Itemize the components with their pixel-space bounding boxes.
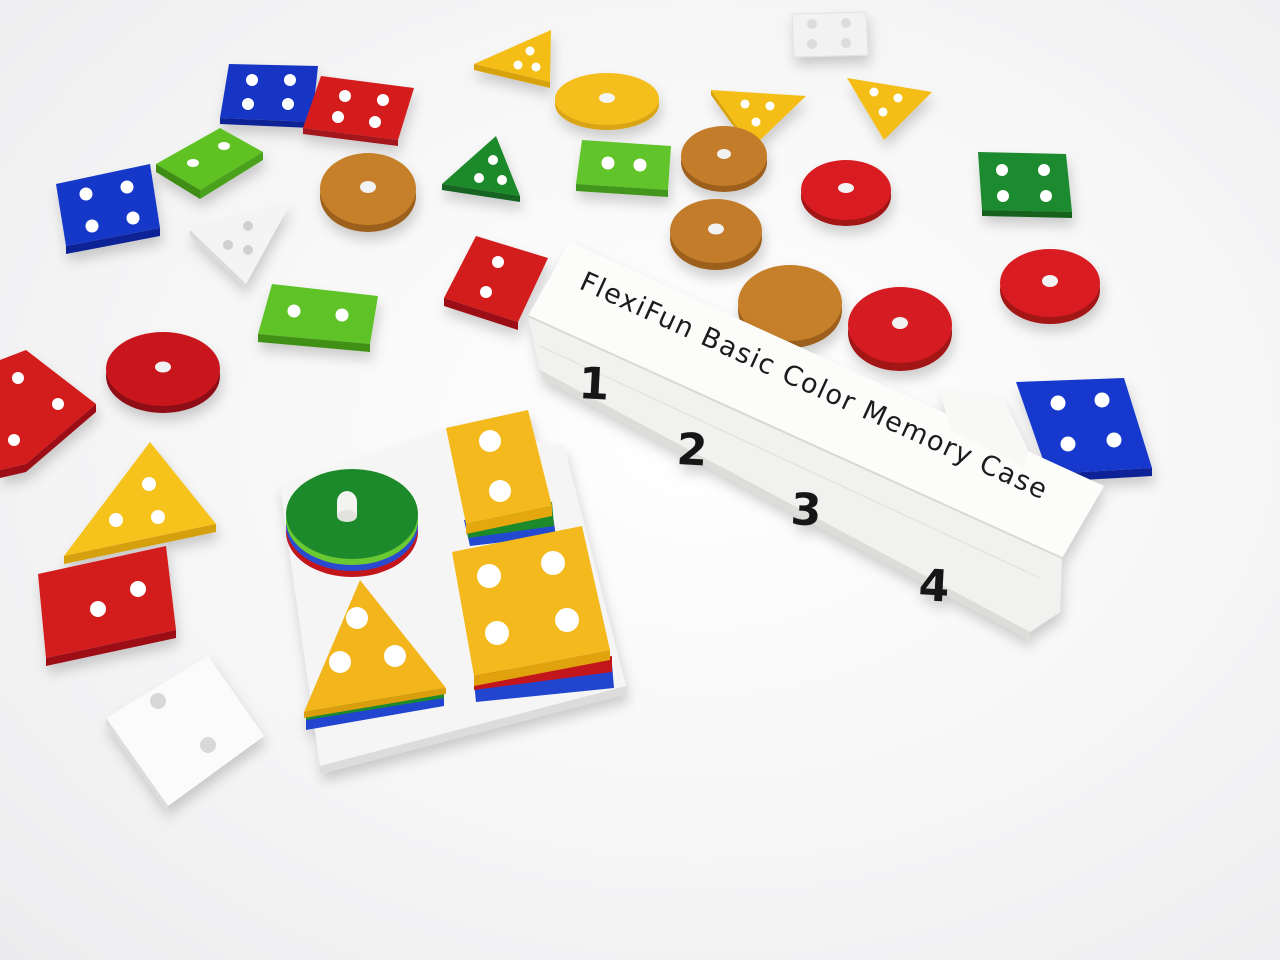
brown-ring-piece <box>320 153 416 232</box>
white-rectangle-piece <box>106 656 264 812</box>
green-triangle-piece <box>442 136 520 202</box>
case-number-4: 4 <box>917 560 950 613</box>
case-number-2: 2 <box>675 424 708 477</box>
brown-ring-piece <box>681 126 767 192</box>
red-ring-piece <box>1000 249 1100 324</box>
brown-ring-piece <box>670 199 762 270</box>
photo-canvas: FlexiFun Basic Color Memory Case 1 2 3 4 <box>0 11 1152 812</box>
blue-square-piece <box>220 64 318 128</box>
red-ring-piece <box>106 332 220 413</box>
case-number-3: 3 <box>789 484 822 537</box>
lime-rectangle-piece <box>576 140 671 197</box>
lime-rectangle-piece <box>258 284 378 352</box>
red-rectangle-piece <box>38 546 176 666</box>
red-ring-piece <box>801 160 891 226</box>
white-triangle-piece <box>190 204 290 288</box>
yellow-triangle-piece <box>847 78 932 140</box>
yellow-triangle-piece <box>64 442 216 564</box>
white-square-piece <box>791 11 869 58</box>
yellow-ring-piece <box>555 73 659 130</box>
ring-stack <box>286 469 418 577</box>
case-number-1: 1 <box>577 358 610 411</box>
blue-square-piece <box>56 164 160 254</box>
green-square-piece <box>978 152 1072 218</box>
red-ring-piece <box>848 287 952 371</box>
product-photo: FlexiFun Basic Color Memory Case 1 2 3 4 <box>0 0 1280 960</box>
yellow-triangle-piece <box>474 30 551 88</box>
red-square-piece <box>303 76 414 146</box>
sorting-board <box>280 410 626 774</box>
lime-rectangle-piece <box>156 128 263 199</box>
red-rectangle-piece <box>0 350 96 478</box>
